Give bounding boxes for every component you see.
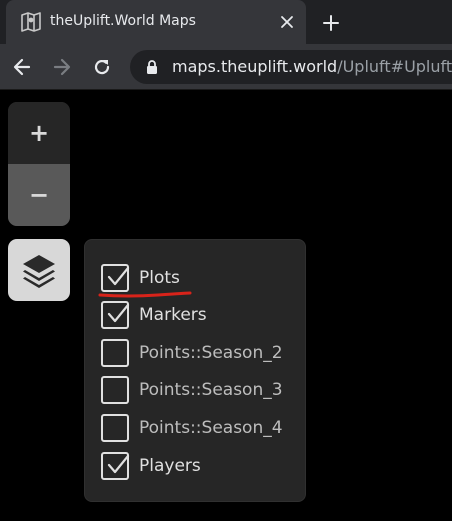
layer-row-plots[interactable]: Plots (101, 264, 301, 292)
url-text: maps.theuplift.world/Upluft#Upluft;f (172, 57, 452, 77)
layer-row-points-season-3[interactable]: Points::Season_3 (101, 376, 301, 404)
tab-title: theUplift.World Maps (50, 13, 196, 29)
new-tab-button[interactable] (318, 10, 344, 36)
lock-icon[interactable] (144, 59, 160, 75)
map-icon (20, 11, 42, 33)
close-icon[interactable] (276, 11, 298, 33)
layer-checkbox[interactable] (101, 301, 130, 329)
layer-checkbox[interactable] (101, 264, 130, 292)
layer-row-points-season-4[interactable]: Points::Season_4 (101, 414, 301, 442)
layer-row-markers[interactable]: Markers (101, 301, 301, 329)
layers-icon (23, 255, 55, 288)
back-button[interactable] (8, 53, 36, 81)
layer-checkbox[interactable] (101, 376, 129, 404)
layer-label: Players (139, 456, 201, 476)
checkmark-icon (107, 303, 130, 323)
url-host: maps.theuplift.world (172, 57, 338, 76)
layer-label: Plots (139, 268, 180, 288)
checkmark-icon (107, 454, 130, 474)
annotation-underline (98, 291, 192, 298)
forward-arrow-icon (53, 58, 71, 76)
layer-checkbox[interactable] (101, 414, 129, 442)
url-path: /Upluft#Upluft;f (337, 57, 452, 76)
zoom-control: + − (8, 102, 70, 226)
zoom-in-label: + (28, 119, 50, 147)
reload-icon (94, 60, 110, 75)
back-arrow-icon (13, 58, 31, 76)
address-bar[interactable]: maps.theuplift.world/Upluft#Upluft;f (130, 50, 452, 84)
forward-button[interactable] (48, 53, 76, 81)
layer-label: Points::Season_2 (139, 343, 283, 363)
reload-button[interactable] (88, 53, 116, 81)
layers-button[interactable] (8, 239, 70, 301)
layer-label: Markers (139, 305, 207, 325)
layer-row-players[interactable]: Players (101, 452, 301, 480)
zoom-out-label: − (28, 181, 50, 209)
browser-tab[interactable]: theUplift.World Maps (6, 0, 306, 44)
checkmark-icon (107, 266, 130, 286)
zoom-in-button[interactable]: + (8, 102, 70, 164)
layer-checkbox[interactable] (101, 339, 129, 367)
layers-panel: Plots Markers Points::Season_2 Points::S… (84, 239, 306, 502)
layer-label: Points::Season_4 (139, 418, 283, 438)
browser-tab-strip: theUplift.World Maps (0, 0, 452, 44)
browser-toolbar: maps.theuplift.world/Upluft#Upluft;f (0, 44, 452, 90)
plus-icon (323, 15, 339, 31)
layer-row-points-season-2[interactable]: Points::Season_2 (101, 339, 301, 367)
layer-label: Points::Season_3 (139, 380, 283, 400)
layer-checkbox[interactable] (101, 452, 130, 480)
zoom-out-button[interactable]: − (8, 164, 70, 226)
